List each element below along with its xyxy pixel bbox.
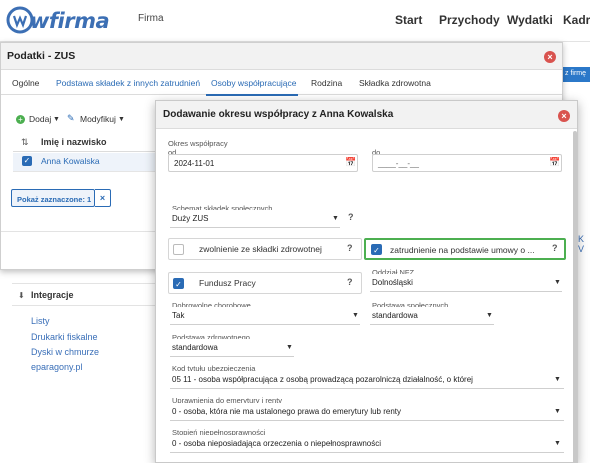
date-to-input[interactable]: ____-__-__ — [372, 154, 562, 172]
dialog-title: Podatki - ZUS — [7, 50, 76, 62]
nav-kadry[interactable]: Kadry — [563, 13, 590, 27]
podstawa-spol-value: standardowa — [372, 311, 418, 320]
schemat-value: Duży ZUS — [172, 214, 209, 223]
link-drukarki[interactable]: Drukarki fiskalne — [31, 332, 98, 342]
dialog-header: Dodawanie okresu współpracy z Anna Kowal… — [156, 101, 577, 129]
help-icon[interactable]: ? — [348, 212, 354, 222]
chevron-down-icon: ▼ — [554, 440, 561, 447]
link-dyski[interactable]: Dyski w chmurze — [31, 347, 99, 357]
chevron-down-icon: ▼ — [286, 344, 293, 351]
row-name[interactable]: Anna Kowalska — [41, 156, 100, 166]
calendar-icon[interactable]: 📅 — [549, 157, 560, 168]
integracje-heading: Integracje — [31, 290, 74, 300]
kod-select[interactable]: 05 11 - osoba współpracująca z osobą pro… — [170, 371, 564, 389]
oddzial-value: Dolnośląski — [372, 278, 413, 287]
show-selected-button[interactable]: Pokaż zaznaczone: 1 — [11, 189, 95, 207]
nav-przychody[interactable]: Przychody — [439, 13, 500, 27]
dobrowolne-value: Tak — [172, 311, 185, 320]
chevron-down-icon: ▼ — [486, 312, 493, 319]
add-period-dialog: Dodawanie okresu współpracy z Anna Kowal… — [155, 100, 578, 463]
tab-rodzina[interactable]: Rodzina — [311, 78, 342, 88]
chevron-down-icon: ▼ — [554, 376, 561, 383]
podstawa-zdr-select[interactable]: standardowa — [170, 339, 294, 357]
chevron-down-icon: ▼ — [332, 215, 339, 222]
chevron-down-icon: ▼ — [554, 279, 561, 286]
background-add-company-button[interactable]: z firmę — [560, 67, 590, 82]
link-listy[interactable]: Listy — [31, 316, 50, 326]
tab-podstawa-skladek[interactable]: Podstawa składek z innych zatrudnień — [56, 78, 200, 88]
chevron-down-icon: ▼ — [554, 408, 561, 415]
close-icon[interactable]: × — [544, 51, 556, 63]
divider — [12, 305, 155, 306]
fundusz-label: Fundusz Pracy — [199, 278, 256, 288]
dodaj-button[interactable]: Dodaj — [29, 114, 51, 124]
schemat-select[interactable]: Duży ZUS — [170, 210, 340, 228]
stopien-value: 0 - osoba nieposiadająca orzeczenia o ni… — [172, 439, 382, 448]
nav-wydatki[interactable]: Wydatki — [507, 13, 553, 27]
date-from-value: 2024-11-01 — [174, 159, 215, 168]
zwolnienie-checkbox-row[interactable]: zwolnienie ze składki zdrowotnej ? — [168, 238, 362, 260]
emerytura-select[interactable]: 0 - osoba, która nie ma ustalonego prawa… — [170, 403, 564, 421]
zwolnienie-label: zwolnienie ze składki zdrowotnej — [199, 244, 322, 254]
date-from-input[interactable]: 2024-11-01 — [168, 154, 358, 172]
stopien-select[interactable]: 0 - osoba nieposiadająca orzeczenia o ni… — [170, 435, 564, 453]
tab-bar: Ogólne Podstawa składek z innych zatrudn… — [1, 71, 562, 96]
row-checkbox[interactable]: ✓ — [22, 156, 32, 166]
zwolnienie-checkbox[interactable] — [173, 244, 184, 255]
help-icon[interactable]: ? — [552, 243, 558, 253]
scrollbar[interactable] — [573, 131, 577, 463]
okres-label: Okres współpracy — [168, 139, 228, 148]
active-tab-indicator — [206, 94, 298, 96]
tab-ogolne[interactable]: Ogólne — [12, 78, 39, 88]
dialog-header: Podatki - ZUS × — [1, 43, 562, 70]
zatrudnienie-checkbox[interactable]: ✓ — [371, 244, 382, 255]
top-navigation-bar: wfirma Firma Start Przychody Wydatki Kad… — [0, 0, 590, 42]
edit-icon: ✎ — [67, 113, 75, 123]
date-to-placeholder: ____-__-__ — [378, 159, 419, 168]
clear-selection-icon[interactable]: × — [95, 189, 111, 207]
chevron-down-icon: ▼ — [118, 116, 125, 123]
dobrowolne-select[interactable]: Tak — [170, 307, 360, 325]
help-icon[interactable]: ? — [347, 243, 353, 253]
integration-icon: ⬇ — [18, 291, 25, 300]
logo-text[interactable]: wfirma — [30, 9, 110, 33]
table-divider — [13, 151, 163, 152]
help-icon[interactable]: ? — [347, 277, 353, 287]
close-icon[interactable]: × — [558, 110, 570, 122]
podstawa-spol-select[interactable]: standardowa — [370, 307, 494, 325]
add-icon: + — [16, 115, 25, 124]
fundusz-checkbox-row[interactable]: ✓ Fundusz Pracy ? — [168, 272, 362, 294]
podstawa-zdr-value: standardowa — [172, 343, 218, 352]
zatrudnienie-label: zatrudnienie na podstawie umowy o ... — [390, 245, 535, 255]
chevron-down-icon: ▼ — [53, 116, 60, 123]
chevron-down-icon: ▼ — [352, 312, 359, 319]
zatrudnienie-checkbox-row[interactable]: ✓ zatrudnienie na podstawie umowy o ... … — [364, 238, 566, 260]
nav-start[interactable]: Start — [395, 13, 422, 27]
fundusz-checkbox[interactable]: ✓ — [173, 278, 184, 289]
column-header-name[interactable]: Imię i nazwisko — [41, 137, 107, 147]
tab-osoby-wspolpracujace[interactable]: Osoby współpracujące — [211, 78, 297, 88]
link-eparagony[interactable]: eparagony.pl — [31, 362, 82, 372]
kod-value: 05 11 - osoba współpracująca z osobą pro… — [172, 375, 473, 384]
calendar-icon[interactable]: 📅 — [345, 157, 356, 168]
divider — [12, 283, 155, 284]
oddzial-select[interactable]: Dolnośląski — [370, 274, 562, 292]
dialog-title: Dodawanie okresu współpracy z Anna Kowal… — [163, 109, 394, 120]
firma-menu[interactable]: Firma — [138, 13, 164, 24]
tab-skladka-zdrowotna[interactable]: Składka zdrowotna — [359, 78, 431, 88]
background-link[interactable]: K V — [578, 234, 590, 254]
sort-icon[interactable]: ⇅ — [21, 137, 29, 148]
emerytura-value: 0 - osoba, która nie ma ustalonego prawa… — [172, 407, 402, 416]
table-divider — [13, 171, 163, 172]
modyfikuj-button[interactable]: Modyfikuj — [80, 114, 116, 124]
